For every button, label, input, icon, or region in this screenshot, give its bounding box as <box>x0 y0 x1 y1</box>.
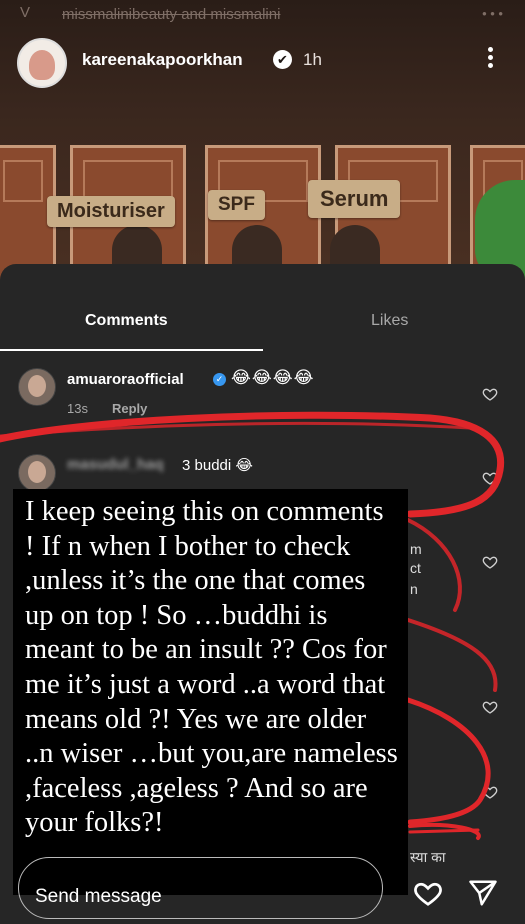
story-tag-moisturiser: Moisturiser <box>47 196 175 227</box>
comment-age: 13s <box>67 401 88 416</box>
heart-icon[interactable] <box>482 554 498 570</box>
comment-text: 😂😂😂😂 <box>231 368 315 387</box>
comment-text-partial: m <box>410 541 422 557</box>
story-time: 1h <box>303 50 322 69</box>
comment-text-partial: n <box>410 581 418 597</box>
tab-likes[interactable]: Likes <box>371 312 408 330</box>
comment-text-partial: स्या का <box>410 849 446 865</box>
heart-icon[interactable] <box>482 784 498 800</box>
story-tag-spf: SPF <box>208 190 265 220</box>
comment-text: 3 buddi 😂 <box>182 457 253 474</box>
heart-icon[interactable] <box>482 470 498 486</box>
more-icon[interactable] <box>480 44 500 74</box>
comment-username[interactable]: masudul_haq <box>67 456 164 473</box>
faded-header: V missmalinibeauty and missmalini • • • <box>0 4 525 24</box>
heart-icon[interactable] <box>482 699 498 715</box>
heart-icon[interactable] <box>412 878 444 908</box>
comment-avatar[interactable] <box>18 454 56 492</box>
story-tag-serum: Serum <box>308 180 401 218</box>
author-name[interactable]: kareenakapoorkhan <box>82 50 243 70</box>
send-message-placeholder: Send message <box>35 886 162 907</box>
comment-text-partial: ct <box>410 560 421 576</box>
reply-button[interactable]: Reply <box>112 401 147 416</box>
tab-comments[interactable]: Comments <box>85 312 168 330</box>
verified-icon: ✓ <box>213 373 226 386</box>
faded-more-icon: • • • <box>482 6 503 21</box>
active-tab-indicator <box>0 349 263 351</box>
story-text-overlay: I keep seeing this on comments ! If n wh… <box>13 489 408 895</box>
faded-header-icon: V <box>20 4 31 21</box>
comment-username[interactable]: amuarora​official <box>67 371 184 388</box>
send-icon[interactable] <box>467 878 499 908</box>
verified-icon: ✔ <box>273 50 292 69</box>
faded-header-text: missmalinibeauty and missmalini <box>62 6 281 23</box>
heart-icon[interactable] <box>482 386 498 402</box>
author-avatar[interactable] <box>17 38 67 88</box>
story-author-row: kareenakapoorkhan ✔ 1h <box>0 36 525 88</box>
comment-avatar[interactable] <box>18 368 56 406</box>
